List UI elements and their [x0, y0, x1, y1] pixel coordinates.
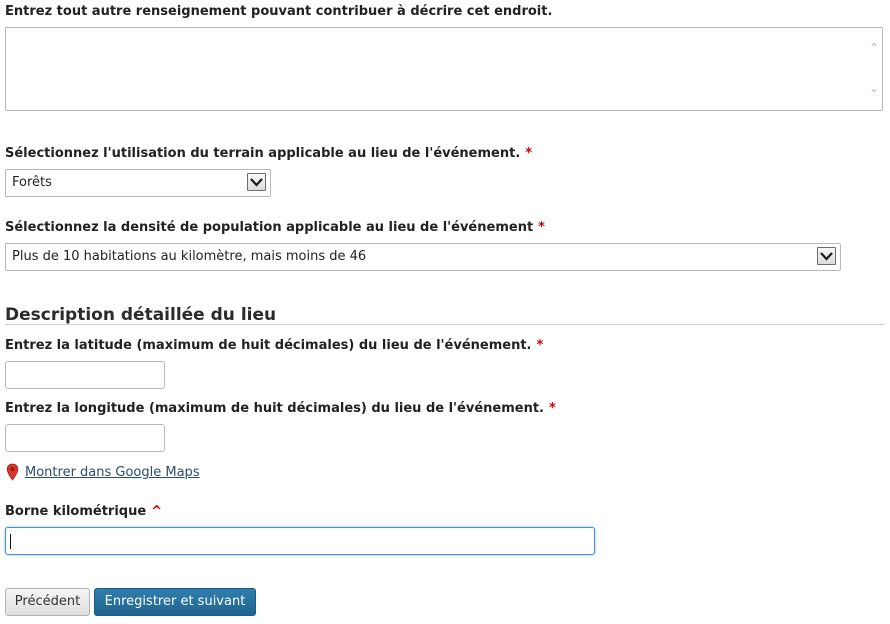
latitude-input[interactable]	[5, 361, 165, 389]
latitude-label: Entrez la latitude (maximum de huit déci…	[5, 338, 543, 353]
description-textarea[interactable]: ⌃ ⌄	[5, 27, 883, 111]
longitude-input[interactable]	[5, 424, 165, 452]
required-mark: *	[536, 338, 544, 353]
save-and-next-button[interactable]: Enregistrer et suivant	[94, 588, 256, 616]
required-mark: *	[549, 401, 556, 416]
longitude-label: Entrez la longitude (maximum de huit déc…	[5, 401, 556, 416]
population-density-label-text: Sélectionnez la densité de population ap…	[5, 220, 534, 235]
section-title: Description détaillée du lieu	[5, 305, 277, 325]
km-marker-label-text: Borne kilométrique	[5, 504, 147, 519]
km-marker-input[interactable]	[5, 527, 595, 555]
land-use-select[interactable]: Forêts	[5, 169, 271, 197]
land-use-label-text: Sélectionnez l'utilisation du terrain ap…	[5, 146, 521, 161]
map-pin-icon[interactable]	[6, 463, 19, 481]
required-mark: ^	[151, 504, 163, 519]
textarea-scrollbar[interactable]: ⌃ ⌄	[866, 28, 882, 110]
description-label: Entrez tout autre renseignement pouvant …	[5, 4, 553, 19]
scroll-down-icon[interactable]: ⌄	[866, 80, 882, 96]
population-density-label: Sélectionnez la densité de population ap…	[5, 220, 545, 235]
required-mark: *	[525, 146, 533, 161]
land-use-selected-value: Forêts	[12, 175, 52, 190]
population-density-selected-value: Plus de 10 habitations au kilomètre, mai…	[12, 249, 367, 264]
km-marker-label: Borne kilométrique ^	[5, 504, 162, 519]
google-maps-link[interactable]: Montrer dans Google Maps	[25, 465, 200, 480]
longitude-label-text: Entrez la longitude (maximum de huit déc…	[5, 401, 544, 416]
land-use-label: Sélectionnez l'utilisation du terrain ap…	[5, 146, 532, 161]
latitude-label-text: Entrez la latitude (maximum de huit déci…	[5, 338, 532, 353]
previous-button[interactable]: Précédent	[5, 588, 90, 616]
chevron-down-icon[interactable]	[817, 247, 836, 265]
required-mark: *	[538, 220, 545, 235]
section-divider	[5, 324, 885, 325]
scroll-up-icon[interactable]: ⌃	[866, 40, 882, 56]
text-cursor	[10, 534, 11, 549]
chevron-down-icon[interactable]	[247, 173, 266, 191]
population-density-select[interactable]: Plus de 10 habitations au kilomètre, mai…	[5, 243, 841, 271]
